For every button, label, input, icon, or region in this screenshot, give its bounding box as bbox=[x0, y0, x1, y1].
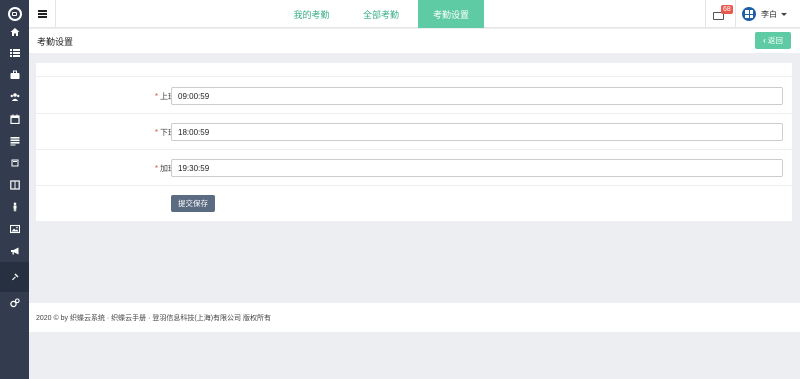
overtime-input[interactable]: 19:30:59 bbox=[171, 159, 783, 177]
calendar-icon[interactable] bbox=[0, 108, 29, 130]
settings-icon[interactable] bbox=[0, 292, 29, 314]
table-icon[interactable] bbox=[0, 130, 29, 152]
hamburger-icon bbox=[37, 10, 47, 18]
topbar: 我的考勤 全部考勤 考勤设置 68 李白 bbox=[29, 0, 800, 28]
settings-form: *上班时间 09:00:59 *下班时间 18:00:59 *加班时间 19:3… bbox=[36, 63, 792, 221]
form-row-start-time: *上班时间 09:00:59 bbox=[36, 78, 792, 114]
start-time-input[interactable]: 09:00:59 bbox=[171, 87, 783, 105]
mail-button[interactable]: 68 bbox=[705, 0, 735, 28]
menu-toggle-button[interactable] bbox=[29, 0, 56, 28]
user-name: 李白 bbox=[761, 9, 777, 19]
end-time-input[interactable]: 18:00:59 bbox=[171, 123, 783, 141]
page-header: 考勤设置 ‹ 返回 bbox=[29, 29, 800, 53]
tab-attendance-settings[interactable]: 考勤设置 bbox=[418, 0, 484, 28]
sidebar bbox=[0, 0, 29, 379]
list-icon[interactable] bbox=[0, 42, 29, 64]
avatar bbox=[742, 7, 756, 21]
briefcase-icon[interactable] bbox=[0, 64, 29, 86]
book-icon[interactable] bbox=[0, 152, 29, 174]
back-button-label: 返回 bbox=[767, 36, 783, 45]
footer: 2020 © by 织蝶云系统 · 织蝶云手册 · 登羽信息科技(上海)有限公司… bbox=[29, 303, 800, 332]
tab-all-attendance[interactable]: 全部考勤 bbox=[351, 0, 411, 28]
columns-icon[interactable] bbox=[0, 174, 29, 196]
mail-badge: 68 bbox=[721, 5, 733, 14]
image-icon[interactable] bbox=[0, 218, 29, 240]
back-button[interactable]: ‹ 返回 bbox=[755, 32, 791, 49]
home-icon[interactable] bbox=[0, 21, 29, 43]
users-icon[interactable] bbox=[0, 86, 29, 108]
tab-my-attendance[interactable]: 我的考勤 bbox=[279, 0, 344, 28]
caret-down-icon bbox=[781, 12, 787, 16]
gavel-icon[interactable] bbox=[0, 262, 29, 292]
bullhorn-icon[interactable] bbox=[0, 240, 29, 262]
footer-text: 2020 © by 织蝶云系统 · 织蝶云手册 · 登羽信息科技(上海)有限公司… bbox=[36, 315, 272, 322]
chevron-left-icon: ‹ bbox=[763, 36, 766, 45]
submit-button[interactable]: 提交保存 bbox=[171, 195, 215, 212]
person-icon[interactable] bbox=[0, 196, 29, 218]
form-row-end-time: *下班时间 18:00:59 bbox=[36, 114, 792, 150]
page-title: 考勤设置 bbox=[37, 37, 74, 47]
user-menu[interactable]: 李白 bbox=[735, 0, 800, 28]
form-row-overtime: *加班时间 19:30:59 bbox=[36, 150, 792, 186]
